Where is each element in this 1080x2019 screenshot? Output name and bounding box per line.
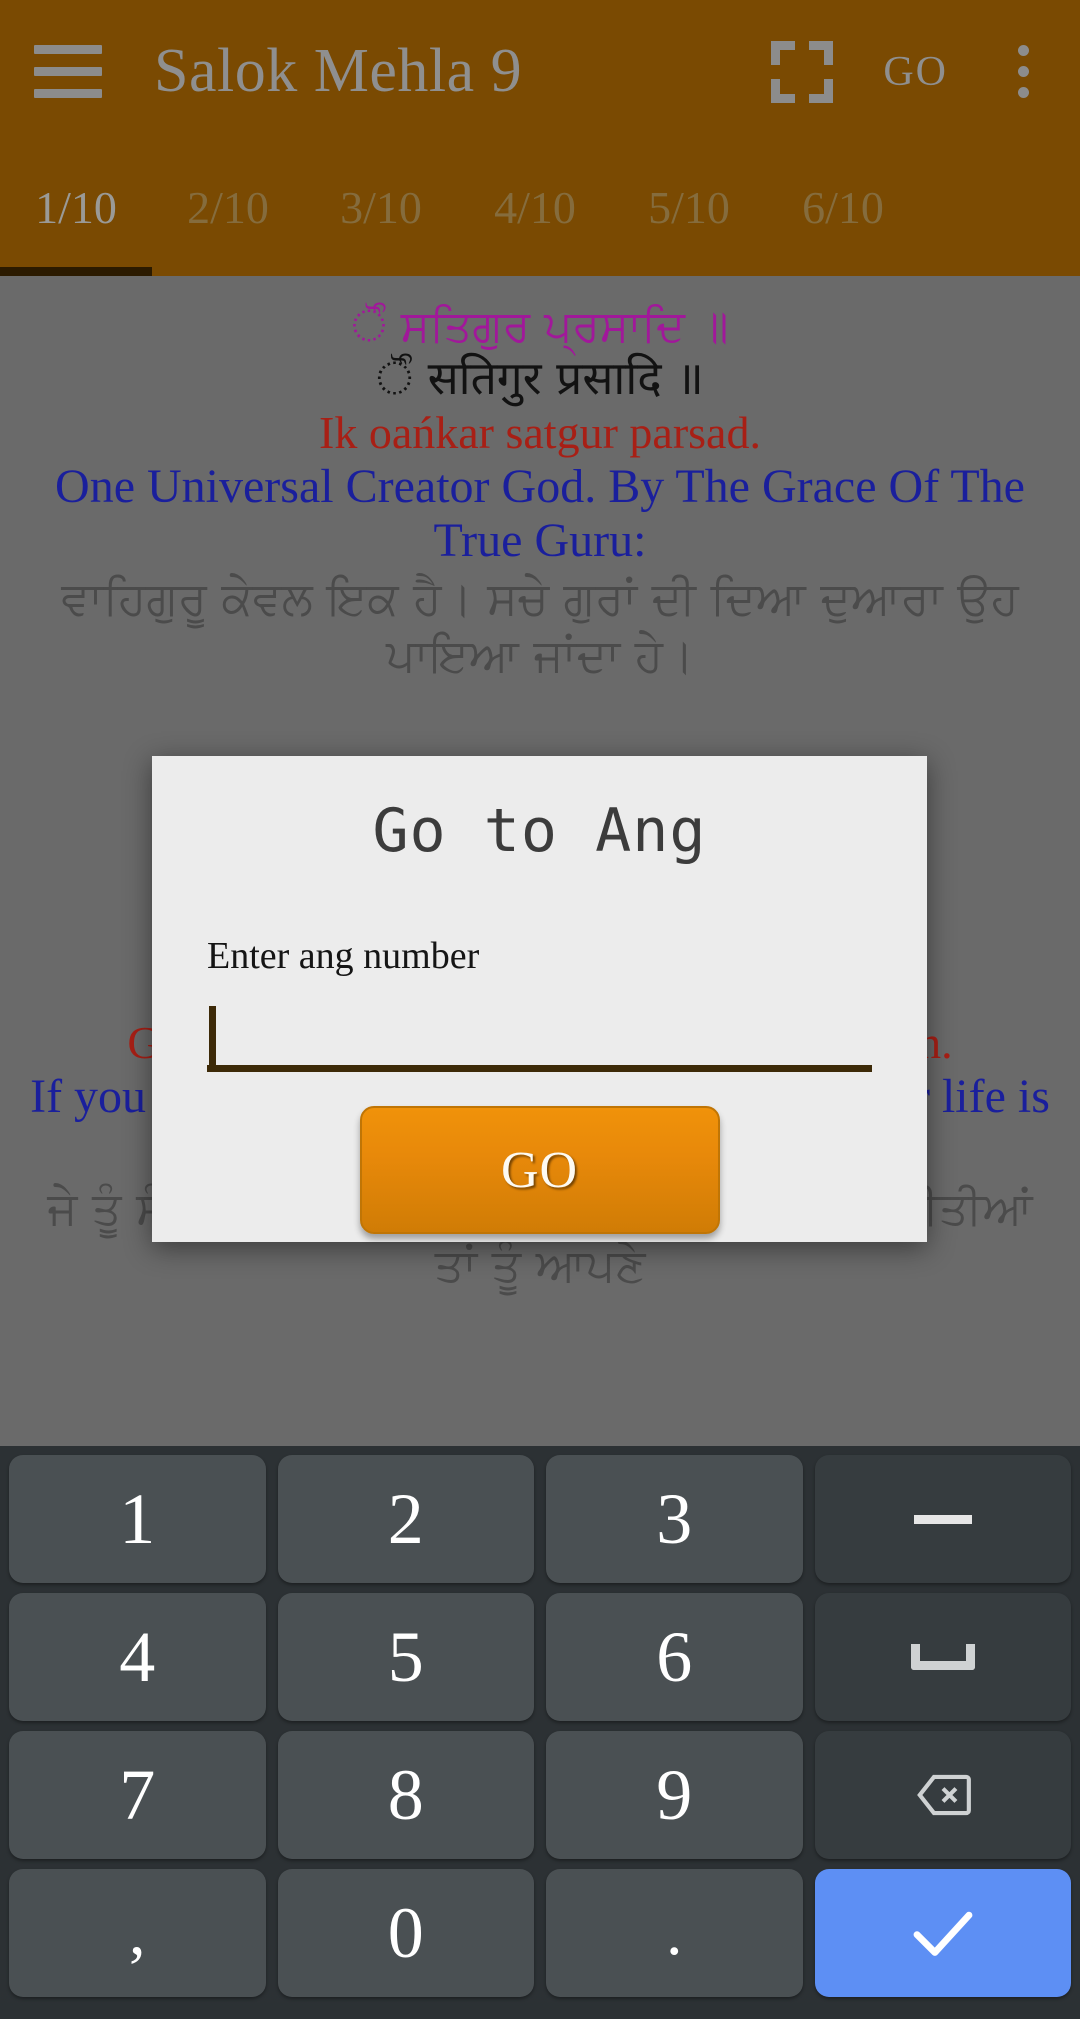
backspace-icon bbox=[907, 1764, 979, 1826]
tab-active-indicator bbox=[0, 267, 152, 276]
key-4[interactable]: 4 bbox=[9, 1593, 266, 1721]
key-9[interactable]: 9 bbox=[546, 1731, 803, 1859]
line-english-translation: One Universal Creator God. By The Grace … bbox=[22, 460, 1058, 568]
ang-number-label: Enter ang number bbox=[207, 934, 872, 978]
key-label: , bbox=[129, 1900, 146, 1966]
key-label: 4 bbox=[119, 1621, 155, 1693]
go-to-ang-button[interactable]: GO bbox=[883, 48, 948, 96]
key-label: 1 bbox=[119, 1483, 155, 1555]
keyboard-row-4: , 0 . bbox=[3, 1864, 1077, 2002]
overflow-dot-3 bbox=[1018, 87, 1029, 98]
tab-5-10[interactable]: 5/10 bbox=[612, 181, 766, 276]
key-8[interactable]: 8 bbox=[278, 1731, 535, 1859]
tab-label: 2/10 bbox=[187, 182, 269, 233]
numeric-keyboard[interactable]: 1 2 3 4 5 6 7 8 9 , 0 . bbox=[0, 1446, 1080, 2019]
more-vertical-icon[interactable] bbox=[996, 37, 1050, 107]
overflow-dot-2 bbox=[1018, 66, 1029, 77]
tab-2-10[interactable]: 2/10 bbox=[152, 181, 304, 276]
dialog-go-button[interactable]: GO bbox=[360, 1106, 720, 1234]
hamburger-bar-1 bbox=[34, 45, 102, 54]
tab-label: 6/10 bbox=[802, 182, 884, 233]
dialog-go-button-label: GO bbox=[501, 1141, 578, 1200]
keyboard-row-1: 1 2 3 bbox=[3, 1450, 1077, 1588]
key-label: 6 bbox=[656, 1621, 692, 1693]
key-space[interactable] bbox=[815, 1593, 1072, 1721]
tab-3-10[interactable]: 3/10 bbox=[304, 181, 458, 276]
key-label: 8 bbox=[388, 1759, 424, 1831]
ang-number-field-group: Enter ang number GO bbox=[152, 866, 927, 1234]
key-enter[interactable] bbox=[815, 1869, 1072, 1997]
tab-1-10[interactable]: 1/10 bbox=[0, 181, 152, 276]
tab-4-10[interactable]: 4/10 bbox=[458, 181, 612, 276]
key-2[interactable]: 2 bbox=[278, 1455, 535, 1583]
minus-icon bbox=[914, 1515, 972, 1524]
keyboard-row-3: 7 8 9 bbox=[3, 1726, 1077, 1864]
tab-label: 1/10 bbox=[35, 182, 117, 233]
key-comma[interactable]: , bbox=[9, 1869, 266, 1997]
text-caret bbox=[209, 1006, 216, 1066]
keyboard-row-2: 4 5 6 bbox=[3, 1588, 1077, 1726]
key-period[interactable]: . bbox=[546, 1869, 803, 1997]
fullscreen-corner-tr bbox=[809, 41, 833, 65]
tab-label: 3/10 bbox=[340, 182, 422, 233]
app-bar-top-row: Salok Mehla 9 GO bbox=[0, 0, 1080, 143]
key-label: 9 bbox=[656, 1759, 692, 1831]
key-6[interactable]: 6 bbox=[546, 1593, 803, 1721]
app-bar: Salok Mehla 9 GO 1/10 2/10 3/10 4/10 5/1… bbox=[0, 0, 1080, 276]
tab-label: 5/10 bbox=[648, 182, 730, 233]
key-5[interactable]: 5 bbox=[278, 1593, 535, 1721]
key-7[interactable]: 7 bbox=[9, 1731, 266, 1859]
dialog-title: Go to Ang bbox=[152, 756, 927, 866]
key-label: 0 bbox=[388, 1897, 424, 1969]
app-screen: Salok Mehla 9 GO 1/10 2/10 3/10 4/10 5/1… bbox=[0, 0, 1080, 2019]
fullscreen-corner-bl bbox=[771, 79, 795, 103]
key-backspace[interactable] bbox=[815, 1731, 1072, 1859]
key-1[interactable]: 1 bbox=[9, 1455, 266, 1583]
fullscreen-corner-tl bbox=[771, 41, 795, 65]
page-tabs[interactable]: 1/10 2/10 3/10 4/10 5/10 6/10 bbox=[0, 143, 1080, 276]
hamburger-bar-2 bbox=[34, 67, 102, 76]
app-bar-actions: GO bbox=[771, 37, 1080, 107]
page-title: Salok Mehla 9 bbox=[154, 36, 771, 107]
tab-6-10[interactable]: 6/10 bbox=[766, 181, 920, 276]
space-icon bbox=[911, 1644, 975, 1670]
go-to-ang-dialog: Go to Ang Enter ang number GO bbox=[152, 756, 927, 1242]
line-punjabi-translation: ਵਾਹਿਗੁਰੂ ਕੇਵਲ ਇਕ ਹੈ। ਸਚੇ ਗੁਰਾਂ ਦੀ ਦਿਆ ਦੁ… bbox=[22, 570, 1058, 685]
dialog-actions: GO bbox=[207, 1106, 872, 1234]
check-icon bbox=[904, 1894, 982, 1972]
key-3[interactable]: 3 bbox=[546, 1455, 803, 1583]
key-label: . bbox=[666, 1900, 683, 1966]
key-0[interactable]: 0 bbox=[278, 1869, 535, 1997]
hamburger-menu-icon[interactable] bbox=[34, 45, 146, 98]
tab-label: 4/10 bbox=[494, 182, 576, 233]
key-minus[interactable] bbox=[815, 1455, 1072, 1583]
hamburger-bar-3 bbox=[34, 89, 102, 98]
line-devanagari: ਍ੋੰ सतिगुर प्रसादि ॥ bbox=[22, 353, 1058, 405]
fullscreen-icon[interactable] bbox=[771, 41, 833, 103]
ang-number-input[interactable] bbox=[207, 998, 872, 1072]
overflow-dot-1 bbox=[1018, 45, 1029, 56]
line-gurmukhi: ਍ੋੰ ਸਤਿਗੁਰ ਪ੍ਰਸਾਦਿ ॥ bbox=[22, 302, 1058, 351]
key-label: 2 bbox=[388, 1483, 424, 1555]
key-label: 3 bbox=[656, 1483, 692, 1555]
line-transliteration: Ik oańkar satgur parsad. bbox=[22, 407, 1058, 459]
key-label: 5 bbox=[388, 1621, 424, 1693]
key-label: 7 bbox=[119, 1759, 155, 1831]
fullscreen-corner-br bbox=[809, 79, 833, 103]
